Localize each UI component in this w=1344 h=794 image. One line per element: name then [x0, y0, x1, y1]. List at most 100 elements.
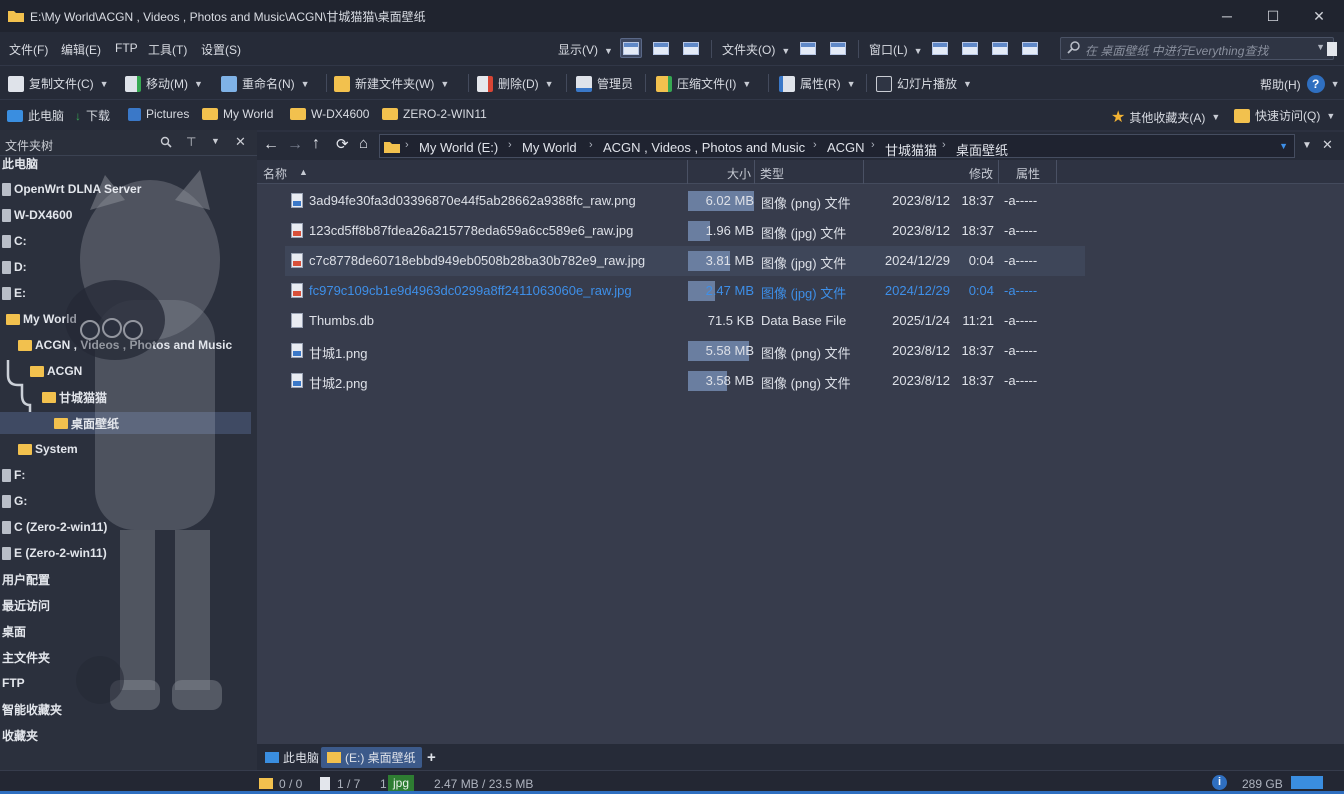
col-name[interactable]: 名称: [263, 165, 287, 182]
home-icon[interactable]: ⌂: [359, 135, 368, 152]
tree-item[interactable]: 用户配置: [2, 568, 50, 590]
tree-item[interactable]: 智能收藏夹: [2, 698, 62, 720]
tree-item[interactable]: 最近访问: [2, 594, 50, 616]
compress-button[interactable]: 压缩文件(I) ▼: [656, 75, 751, 92]
col-type[interactable]: 类型: [760, 165, 784, 182]
folder-option-button-1[interactable]: [797, 38, 819, 58]
address-breadcrumb[interactable]: › My World (E:) › My World › ACGN , Videos , …: [379, 134, 1295, 158]
chevron-down-icon[interactable]: ▼: [1316, 42, 1325, 52]
menu-window[interactable]: 窗口(L) ▼: [869, 41, 923, 58]
tree-item[interactable]: G:: [2, 490, 27, 512]
breadcrumb-separator-icon[interactable]: ›: [813, 139, 817, 151]
close-window-button[interactable]: ✕: [1296, 0, 1342, 32]
breadcrumb-item[interactable]: 桌面壁纸: [956, 140, 1008, 159]
other-favorites-button[interactable]: ★ 其他收藏夹(A) ▼: [1111, 107, 1220, 127]
quick-access-button[interactable]: 快速访问(Q) ▼: [1234, 107, 1335, 124]
layout-button-1[interactable]: [929, 38, 951, 58]
properties-button[interactable]: 属性(R) ▼: [779, 75, 856, 92]
fav-downloads[interactable]: ↓ 下载: [75, 107, 110, 124]
rename-button[interactable]: 重命名(N) ▼: [221, 75, 310, 92]
file-row[interactable]: c7c8778de60718ebbd949eb0508b28ba30b782e9…: [285, 246, 1085, 276]
back-arrow-icon[interactable]: ←: [263, 136, 279, 154]
fav-pictures[interactable]: Pictures: [128, 107, 189, 121]
close-panel-icon[interactable]: ✕: [1322, 137, 1333, 153]
chevron-down-icon[interactable]: ▼: [1279, 141, 1288, 151]
tree-item[interactable]: W-DX4600: [2, 204, 72, 226]
fav-this-pc[interactable]: 此电脑: [7, 107, 64, 124]
everything-search-input[interactable]: 在 桌面壁纸 中进行Everything查找 ▼: [1060, 37, 1334, 60]
tree-item[interactable]: C (Zero-2-win11): [2, 516, 107, 538]
breadcrumb-item[interactable]: My World (E:): [419, 140, 498, 155]
file-row[interactable]: 123cd5ff8b87fdea26a215778eda659a6cc589e6…: [285, 216, 1085, 246]
panel-menu-icon[interactable]: ▼: [1302, 140, 1312, 151]
file-row[interactable]: 3ad94fe30fa3d03396870e44f5ab28662a9388fc…: [285, 186, 1085, 216]
menu-tools[interactable]: 工具(T): [148, 41, 187, 58]
move-button[interactable]: 移动(M) ▼: [125, 75, 203, 92]
help-button[interactable]: 帮助(H) ? ▼: [1260, 75, 1340, 93]
menu-settings[interactable]: 设置(S): [201, 41, 241, 58]
refresh-icon[interactable]: ⟳: [336, 135, 349, 153]
layout-button-3[interactable]: [989, 38, 1011, 58]
menu-folders[interactable]: 文件夹(O) ▼: [722, 41, 790, 58]
file-row[interactable]: 甘城2.png 3.58 MB 图像 (png) 文件 2023/8/12 18:37-…: [285, 366, 1085, 396]
tree-item[interactable]: F:: [2, 464, 25, 486]
col-size[interactable]: 大小: [727, 165, 751, 182]
tree-item[interactable]: ACGN: [30, 360, 82, 382]
layout-button-4[interactable]: [1019, 38, 1041, 58]
tree-item[interactable]: E:: [2, 282, 26, 304]
slideshow-button[interactable]: 幻灯片播放 ▼: [876, 75, 972, 92]
breadcrumb-item[interactable]: 甘城猫猫: [885, 140, 937, 159]
breadcrumb-item[interactable]: ACGN , Videos , Photos and Music: [603, 140, 805, 155]
breadcrumb-separator-icon[interactable]: ›: [871, 139, 875, 151]
tree-item[interactable]: 桌面: [2, 620, 26, 642]
view-thumbnails-button[interactable]: [680, 38, 702, 58]
file-row[interactable]: fc979c109cb1e9d4963dc0299a8ff2411063060e…: [285, 276, 1085, 306]
file-row[interactable]: 甘城1.png 5.58 MB 图像 (png) 文件 2023/8/12 18:37-…: [285, 336, 1085, 366]
info-icon[interactable]: i: [1212, 775, 1227, 790]
tree-item[interactable]: 此电脑: [2, 152, 38, 174]
tree-item[interactable]: 主文件夹: [2, 646, 50, 668]
tab-this-pc[interactable]: 此电脑: [259, 747, 325, 768]
tree-item[interactable]: 桌面壁纸: [0, 412, 251, 434]
col-attr[interactable]: 属性: [1016, 165, 1040, 182]
tree-item[interactable]: My World: [6, 308, 77, 330]
col-modified[interactable]: 修改: [969, 165, 993, 182]
tree-item[interactable]: C:: [2, 230, 27, 252]
breadcrumb-separator-icon[interactable]: ›: [589, 139, 593, 151]
forward-arrow-icon[interactable]: →: [287, 136, 303, 154]
new-tab-button[interactable]: +: [421, 747, 442, 768]
new-folder-button[interactable]: 新建文件夹(W) ▼: [334, 75, 449, 92]
fav-zero-2-win11[interactable]: ZERO-2-WIN11: [382, 107, 487, 121]
maximize-button[interactable]: ☐: [1250, 0, 1296, 32]
menu-view[interactable]: 显示(V) ▼: [558, 41, 613, 58]
menu-file[interactable]: 文件(F): [9, 41, 48, 58]
menu-edit[interactable]: 编辑(E): [61, 41, 101, 58]
breadcrumb-separator-icon[interactable]: ›: [942, 139, 946, 151]
folder-option-button-2[interactable]: [827, 38, 849, 58]
breadcrumb-separator-icon[interactable]: ›: [508, 139, 512, 151]
file-row[interactable]: Thumbs.db 71.5 KB Data Base File 2025/1/24 1…: [285, 306, 1085, 336]
tree-item[interactable]: FTP: [2, 672, 25, 694]
tree-item[interactable]: 甘城猫猫: [42, 386, 107, 408]
tree-item[interactable]: System: [18, 438, 78, 460]
copy-files-button[interactable]: 复制文件(C) ▼: [8, 75, 109, 92]
search-options-handle[interactable]: [1327, 42, 1337, 56]
tab-desktop-wallpaper[interactable]: (E:) 桌面壁纸: [321, 747, 422, 768]
breadcrumb-item[interactable]: ACGN: [827, 140, 865, 155]
tree-item[interactable]: D:: [2, 256, 27, 278]
tree-item[interactable]: OpenWrt DLNA Server: [2, 178, 141, 200]
minimize-button[interactable]: ─: [1204, 0, 1250, 32]
tree-item[interactable]: 收藏夹: [2, 724, 38, 746]
up-arrow-icon[interactable]: ↑: [312, 135, 320, 153]
layout-button-2[interactable]: [959, 38, 981, 58]
tree-item[interactable]: E (Zero-2-win11): [2, 542, 107, 564]
view-list-button[interactable]: [650, 38, 672, 58]
fav-my-world[interactable]: My World: [202, 107, 273, 121]
delete-button[interactable]: 删除(D) ▼: [477, 75, 554, 92]
breadcrumb-item[interactable]: My World: [522, 140, 577, 155]
tree-item[interactable]: ACGN , Videos , Photos and Music: [18, 334, 232, 356]
fav-w-dx4600[interactable]: W-DX4600: [290, 107, 369, 121]
admin-button[interactable]: 管理员: [576, 75, 633, 92]
breadcrumb-separator-icon[interactable]: ›: [405, 139, 409, 151]
view-details-button[interactable]: [620, 38, 642, 58]
